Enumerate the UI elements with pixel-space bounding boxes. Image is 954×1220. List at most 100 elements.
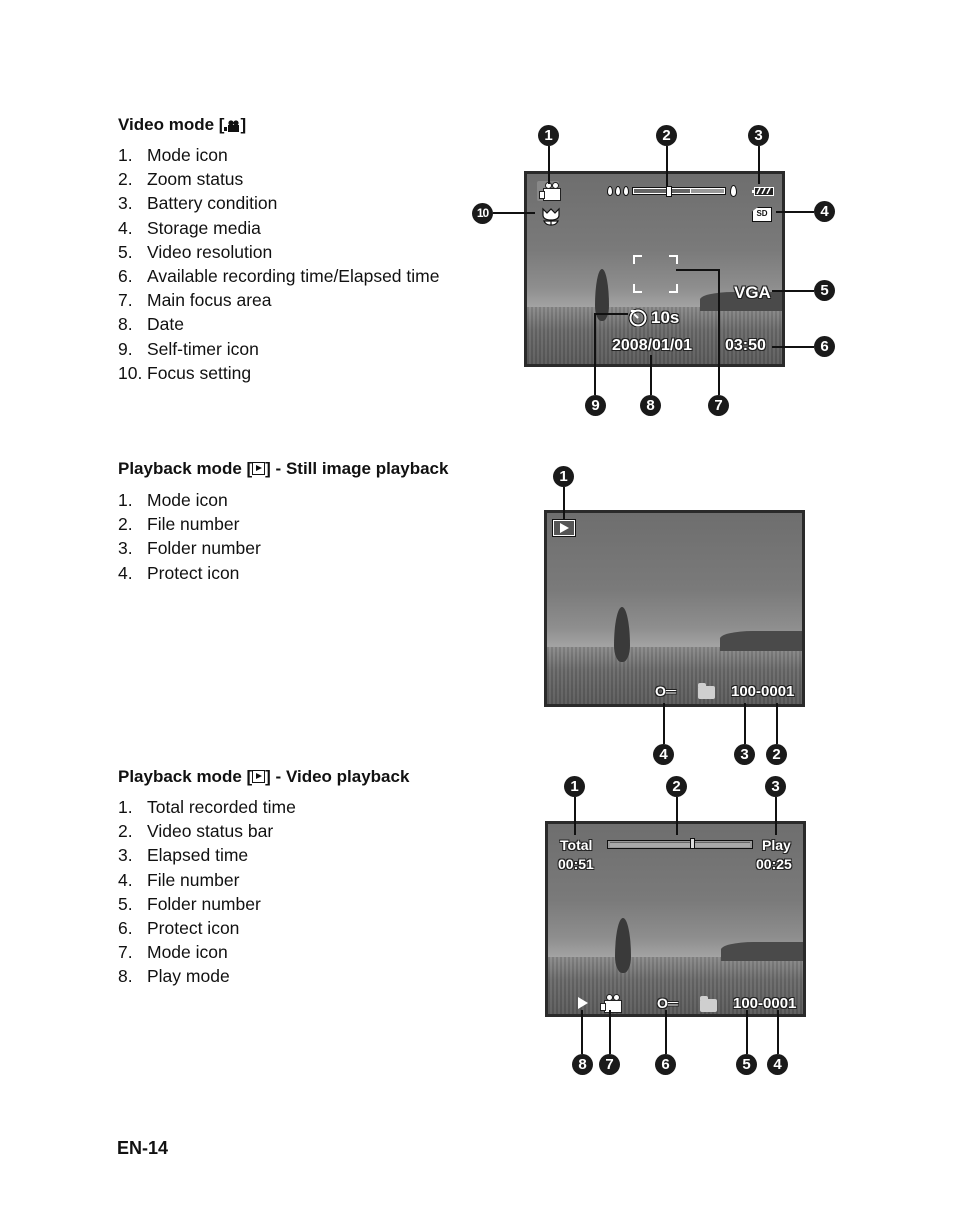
heading-prefix: Playback mode [ — [118, 459, 253, 478]
callout-7: 7 — [599, 1054, 620, 1075]
list-item: 2. File number — [118, 512, 261, 536]
item-number: 3. — [118, 538, 133, 559]
focus-corner-br — [669, 284, 678, 293]
callout-1: 1 — [564, 776, 585, 797]
list-item: 10. Focus setting — [118, 361, 439, 385]
page-number: EN-14 — [117, 1138, 169, 1158]
item-number: 7. — [118, 942, 133, 963]
callout-line — [665, 1010, 667, 1054]
callout-line — [663, 703, 665, 744]
video-status-bar — [607, 838, 753, 849]
play-icon — [252, 770, 266, 783]
callout-6: 6 — [655, 1054, 676, 1075]
video-mode-heading: Video mode [] — [118, 115, 246, 137]
item-label: Mode icon — [147, 490, 228, 510]
recording-time: 03:50 — [725, 337, 766, 354]
item-number: 4. — [118, 869, 133, 890]
item-number: 1. — [118, 490, 133, 510]
item-number: 1. — [118, 797, 133, 817]
callout-2: 2 — [656, 125, 677, 146]
landscape-tree — [614, 607, 630, 662]
total-label: Total — [560, 837, 593, 853]
callout-4: 4 — [767, 1054, 788, 1075]
callout-8: 8 — [572, 1054, 593, 1075]
callout-line — [676, 797, 678, 835]
item-label: Storage media — [147, 217, 261, 238]
callout-line — [777, 1010, 779, 1054]
list-item: 7. Mode icon — [118, 940, 296, 964]
item-label: Focus setting — [147, 362, 252, 383]
item-label: Self-timer icon — [147, 338, 259, 359]
callout-5: 5 — [814, 280, 835, 301]
macro-focus-icon — [540, 207, 562, 232]
item-number: 2. — [118, 169, 133, 190]
zoom-digital-segment — [690, 189, 724, 193]
item-label: Available recording time/Elapsed time — [147, 266, 440, 287]
heading-suffix: ] — [240, 115, 247, 134]
playback-mode-icon — [552, 519, 576, 537]
landscape-tree — [615, 918, 631, 973]
item-number: 8. — [118, 966, 133, 987]
play-mode-icon — [578, 997, 588, 1009]
total-recorded-time: 00:51 — [558, 856, 594, 872]
item-label: Folder number — [147, 538, 261, 559]
callout-8: 8 — [640, 395, 661, 416]
item-label: File number — [147, 514, 240, 535]
video-mode-icon — [539, 182, 561, 201]
callout-line — [776, 211, 814, 213]
callout-line — [548, 146, 550, 184]
folder-file-number: 100-0001 — [731, 683, 795, 700]
callout-line — [772, 346, 814, 348]
still-playback-lcd-screen: O═ 100-0001 — [544, 510, 805, 707]
item-label: Zoom status — [147, 169, 244, 190]
zoom-tele-icon — [730, 185, 737, 197]
heading-suffix: ] - Still image playback — [265, 459, 449, 478]
item-number: 1. — [118, 145, 133, 165]
callout-line — [563, 487, 565, 519]
zoom-drop-icon — [623, 186, 629, 196]
item-number: 8. — [118, 314, 133, 335]
item-label: Elapsed time — [147, 845, 249, 866]
video-playback-heading: Playback mode [] - Video playback — [118, 767, 409, 787]
list-item: 3. Elapsed time — [118, 843, 296, 867]
callout-line — [574, 797, 576, 835]
item-number: 6. — [118, 266, 133, 287]
list-item: 5. Folder number — [118, 892, 296, 916]
callout-line — [718, 269, 720, 395]
self-timer-icon — [628, 307, 648, 332]
list-item: 1. Mode icon — [118, 488, 261, 512]
callout-2: 2 — [766, 744, 787, 765]
heading-prefix: Playback mode [ — [118, 767, 253, 786]
landscape-hills — [720, 631, 802, 651]
zoom-optical-segment — [634, 189, 690, 193]
item-label: Main focus area — [147, 290, 272, 311]
item-number: 3. — [118, 845, 133, 866]
item-label: Video status bar — [147, 821, 274, 842]
callout-line — [594, 313, 596, 395]
focus-corner-tl — [633, 255, 642, 264]
item-label: Mode icon — [147, 145, 228, 165]
item-number: 6. — [118, 918, 133, 939]
list-item: 1. Total recorded time — [118, 795, 296, 819]
item-number: 2. — [118, 821, 133, 842]
focus-corner-tr — [669, 255, 678, 264]
callout-line — [744, 703, 746, 744]
callout-line — [758, 146, 760, 184]
item-label: File number — [147, 869, 240, 890]
list-item: 4. File number — [118, 868, 296, 892]
battery-icon — [752, 187, 774, 196]
still-playback-heading: Playback mode [ ] - Still image playback — [118, 459, 448, 479]
play-label: Play — [762, 837, 791, 853]
zoom-position-knob — [665, 186, 672, 197]
list-item: 2. Video status bar — [118, 819, 296, 843]
callout-3: 3 — [734, 744, 755, 765]
callout-2: 2 — [666, 776, 687, 797]
callout-7: 7 — [708, 395, 729, 416]
still-playback-list: 1. Mode icon 2. File number 3. Folder numbe… — [118, 488, 261, 585]
callout-line — [493, 212, 535, 214]
item-number: 3. — [118, 193, 133, 214]
list-item: 7. Main focus area — [118, 288, 439, 312]
callout-line — [609, 1010, 611, 1054]
item-label: Mode icon — [147, 942, 228, 963]
callout-line — [775, 797, 777, 835]
